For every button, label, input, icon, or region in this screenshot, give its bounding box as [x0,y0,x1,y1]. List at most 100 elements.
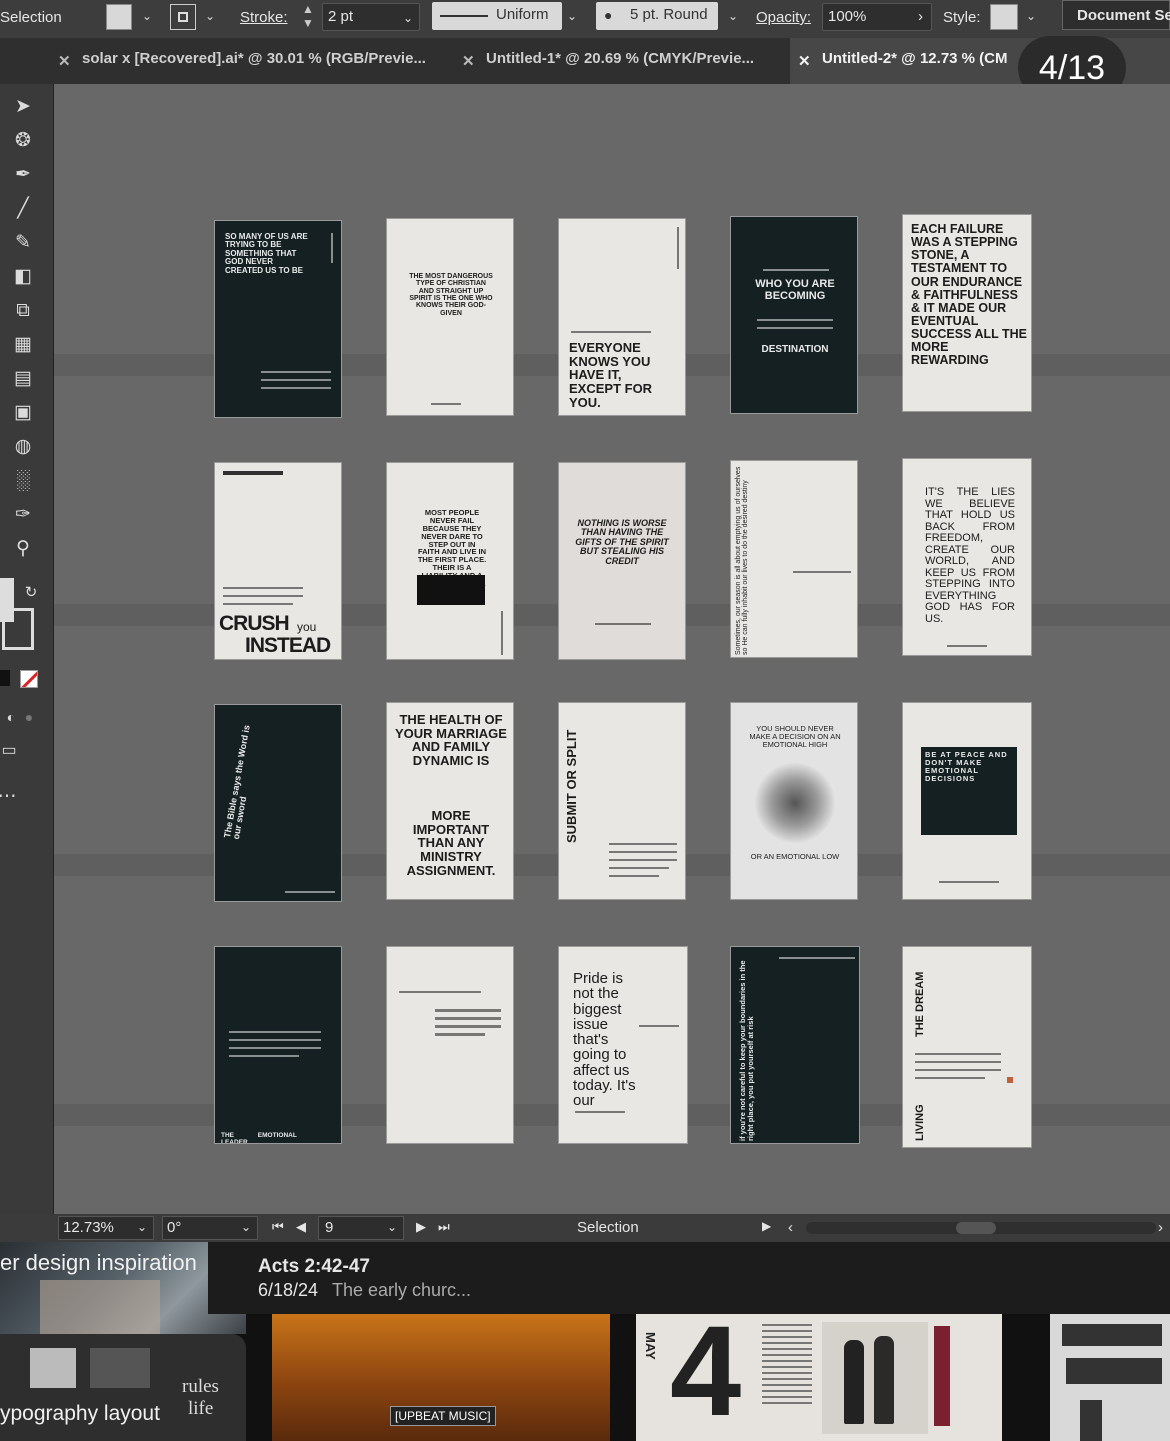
zoom-field[interactable]: 12.73% ⌄ [58,1216,154,1240]
style-label: Style: [943,9,981,26]
stroke-weight-chevron-icon[interactable]: ⌄ [403,11,413,25]
perspective-grid-tool-icon[interactable]: ▤ [8,364,38,394]
blend-tool-icon[interactable]: ◍ [8,432,38,462]
previous-artboard-icon[interactable]: ◀ [296,1219,306,1235]
artboard-text: NOTHING IS WORSE THAN HAVING THE GIFTS O… [575,518,672,566]
control-bar: Selection ⌄ ⌄ Stroke: ▲ ▼ 2 pt ⌄ Uniform … [0,0,1170,38]
opacity-field[interactable]: 100% › [822,3,932,31]
artboard-6[interactable]: CRUSH you INSTEAD [214,462,342,660]
last-artboard-icon[interactable]: ⏭ [438,1219,450,1235]
artboard-20[interactable]: THE DREAM LIVING [902,946,1032,1148]
opacity-arrow-icon[interactable]: › [918,8,923,25]
close-tab-icon[interactable]: ✕ [58,52,71,70]
tab-untitled-1[interactable]: Untitled-1* @ 20.69 % (CMYK/Previe... [486,38,786,84]
sermon-card[interactable]: Acts 2:42-47 6/18/24 The early churc... [208,1242,1170,1314]
artboard-7[interactable]: MOST PEOPLE NEVER FAIL BECAUSE THEY NEVE… [386,462,514,660]
none-color-icon[interactable] [20,670,38,688]
brush-definition[interactable]: ● 5 pt. Round [596,2,718,30]
gradient-tool-icon[interactable]: ▣ [8,398,38,428]
opacity-value: 100% [828,8,867,25]
fine-print [223,595,303,597]
artboard-2[interactable]: THE MOST DANGEROUS TYPE OF CHRISTIAN AND… [386,218,514,416]
free-transform-tool-icon[interactable]: ▦ [8,330,38,360]
artboard-10[interactable]: IT'S THE LIES WE BELIEVE THAT HOLD US BA… [902,458,1032,656]
artboard-11[interactable]: The Bible says the Word is our sword [214,704,342,902]
magazine-thumbnail[interactable]: MAY 4 [636,1314,1002,1441]
color-mode-icon[interactable] [0,670,10,686]
selection-tool-icon[interactable]: ➤ [8,92,38,122]
screen-mode-icon[interactable]: ▭ [0,736,24,766]
artboard-15[interactable]: BE AT PEACE AND DON'T MAKE EMOTIONAL DEC… [902,702,1032,900]
scale-tool-icon[interactable]: ⧉ [8,296,38,326]
eyedropper-tool-icon[interactable]: ✑ [8,500,38,530]
pen-tool-icon[interactable]: ✒ [8,160,38,190]
stroke-label[interactable]: Stroke: [240,9,288,26]
scrollbar-thumb[interactable] [956,1222,996,1234]
video-thumbnail[interactable]: [UPBEAT MUSIC] [272,1314,610,1441]
variable-width-profile[interactable]: Uniform [432,2,562,30]
artboard-9[interactable]: Sometimes, our season is all about empty… [730,460,858,658]
artboard-text: BE AT PEACE AND DON'T MAKE EMOTIONAL DEC… [925,750,1011,783]
stroke-stepper-icon[interactable]: ▲ ▼ [302,2,314,30]
status-bar: 12.73% ⌄ 0° ⌄ ⏮ ◀ 9 ⌄ ▶ ⏭ Selection ▶ ‹ … [0,1214,1170,1242]
fill-swatch[interactable] [106,4,132,30]
draw-inside-icon[interactable]: ● [14,702,44,732]
close-tab-icon[interactable]: ✕ [462,52,475,70]
scroll-left-icon[interactable]: ‹ [788,1219,793,1236]
artboard-number-field[interactable]: 9 ⌄ [318,1216,404,1240]
tab-solar-recovered[interactable]: solar x [Recovered].ai* @ 30.01 % (RGB/P… [82,38,454,84]
canvas[interactable]: SO MANY OF US ARE TRYING TO BE SOMETHING… [54,84,1170,1214]
rotation-chevron-icon[interactable]: ⌄ [241,1220,251,1234]
artboard-17[interactable] [386,946,514,1144]
status-menu-arrow-icon[interactable]: ▶ [762,1219,771,1233]
rotation-field[interactable]: 0° ⌄ [162,1216,258,1240]
swap-colors-icon[interactable]: ↻ [16,578,46,608]
graph-tool-icon[interactable]: ░ [8,466,38,496]
eraser-tool-icon[interactable]: ◧ [8,262,38,292]
style-chevron-icon[interactable]: ⌄ [1026,10,1038,22]
artboard-8[interactable]: NOTHING IS WORSE THAN HAVING THE GIFTS O… [558,462,686,660]
stroke-dropdown-chevron-icon[interactable]: ⌄ [205,10,217,22]
fill-dropdown-chevron-icon[interactable]: ⌄ [142,10,154,22]
close-tab-icon[interactable]: ✕ [798,52,811,70]
fine-print [431,403,461,405]
zoom-tool-icon[interactable]: ⚲ [8,534,38,564]
next-artboard-icon[interactable]: ▶ [416,1219,426,1235]
profile-chevron-icon[interactable]: ⌄ [567,10,579,22]
document-setup-button[interactable]: Document Se [1062,0,1170,30]
stroke-color-box[interactable] [2,608,34,650]
artboard-1[interactable]: SO MANY OF US ARE TRYING TO BE SOMETHING… [214,220,342,418]
opacity-label[interactable]: Opacity: [756,9,811,26]
gradient-orb [755,763,835,843]
artboard-3[interactable]: EVERYONE KNOWS YOU HAVE IT, EXCEPT FOR Y… [558,218,686,416]
fine-print [915,1069,1001,1071]
artboard-number-chevron-icon[interactable]: ⌄ [387,1220,397,1234]
brush-chevron-icon[interactable]: ⌄ [728,10,740,22]
artboard-text: CRUSH [219,612,290,635]
lasso-tool-icon[interactable]: ❂ [8,126,38,156]
stroke-weight-field[interactable]: 2 pt ⌄ [322,3,420,31]
brush-tool-icon[interactable]: ✎ [8,228,38,258]
artboard-13[interactable]: SUBMIT OR SPLIT [558,702,686,900]
artboard-4[interactable]: WHO YOU ARE BECOMING DESTINATION [730,216,858,414]
typography-layout-thumbnail[interactable]: rules life ypography layout [0,1334,246,1441]
artboard-5[interactable]: EACH FAILURE WAS A STEPPING STONE, A TES… [902,214,1032,412]
fine-print [501,611,503,655]
scroll-right-icon[interactable]: › [1158,1219,1163,1236]
zoom-chevron-icon[interactable]: ⌄ [137,1220,147,1234]
more-tools-icon[interactable]: ⋯ [0,782,22,812]
stroke-swatch[interactable] [170,4,196,30]
magazine-figure [822,1322,928,1434]
artboard-16[interactable]: THE EMOTIONAL LEADER [214,946,342,1144]
fine-print [435,1017,501,1020]
line-tool-icon[interactable]: ╱ [8,194,38,224]
artboard-19[interactable]: if you're not careful to keep your bound… [730,946,860,1144]
bold-type-thumbnail[interactable] [1050,1314,1170,1441]
artboard-14[interactable]: YOU SHOULD NEVER MAKE A DECISION ON AN E… [730,702,858,900]
artboard-18[interactable]: Pride is not the biggest issue that's go… [558,946,688,1144]
style-swatch[interactable] [990,4,1018,30]
dark-text-block: BE AT PEACE AND DON'T MAKE EMOTIONAL DEC… [921,747,1017,835]
horizontal-scrollbar[interactable] [806,1222,1156,1234]
first-artboard-icon[interactable]: ⏮ [272,1219,284,1235]
artboard-12[interactable]: THE HEALTH OF YOUR MARRIAGE AND FAMILY D… [386,702,514,900]
